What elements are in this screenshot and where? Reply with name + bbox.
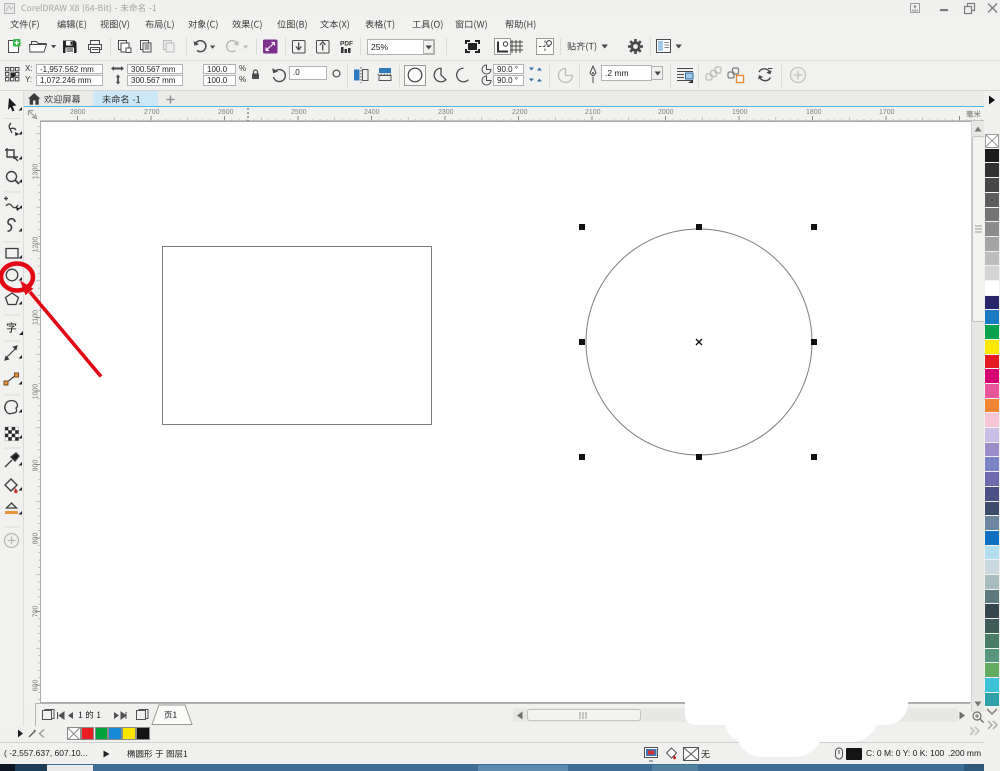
svg-text:PDF: PDF <box>340 41 353 48</box>
